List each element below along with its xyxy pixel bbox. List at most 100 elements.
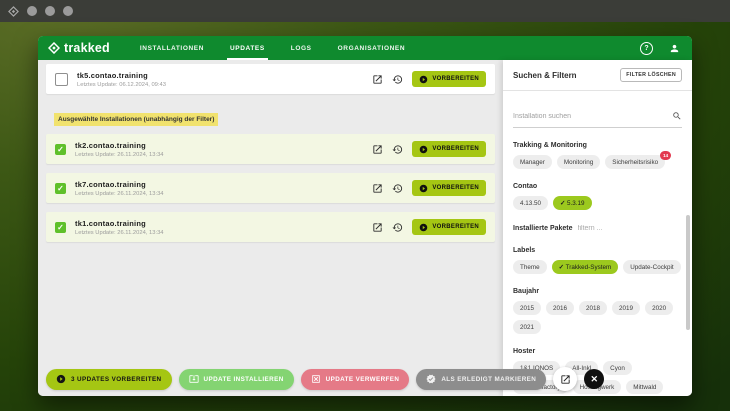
app-window: trakked INSTALLATIONEN UPDATES LOGS ORGA… bbox=[38, 36, 692, 396]
play-circle-icon bbox=[419, 75, 428, 84]
filter-chip-2015[interactable]: 2015 bbox=[513, 301, 541, 315]
vorbereiten-label: VORBEREITEN bbox=[432, 76, 479, 82]
nav-item-organisationen[interactable]: ORGANISATIONEN bbox=[338, 36, 406, 60]
prepare-updates-button[interactable]: 3 UPDATES VORBEREITEN bbox=[46, 369, 172, 390]
window-control-button[interactable] bbox=[63, 6, 73, 16]
play-circle-icon bbox=[419, 145, 428, 154]
mark-done-button[interactable]: ALS ERLEDIGT MARKIEREN bbox=[416, 369, 546, 390]
main-nav: INSTALLATIONEN UPDATES LOGS ORGANISATION… bbox=[140, 36, 405, 60]
nav-item-logs[interactable]: LOGS bbox=[291, 36, 312, 60]
filter-chip-2019[interactable]: 2019 bbox=[612, 301, 640, 315]
history-icon[interactable] bbox=[392, 144, 403, 155]
row-checkbox-checked[interactable] bbox=[55, 183, 66, 194]
content-area: tk5.contao.training Letztes Update: 06.1… bbox=[38, 60, 692, 396]
filter-chip-mittwald[interactable]: Mittwald bbox=[626, 380, 663, 394]
filter-chip-update-cockpit[interactable]: Update-Cockpit bbox=[623, 260, 680, 274]
filter-chip-monitoring[interactable]: Monitoring bbox=[557, 155, 600, 169]
open-in-new-icon[interactable] bbox=[372, 74, 383, 85]
filter-sidebar: Suchen & Filtern FILTER LÖSCHEN Trakking… bbox=[503, 60, 692, 396]
brand-name: trakked bbox=[64, 41, 110, 55]
nav-item-updates[interactable]: UPDATES bbox=[230, 36, 265, 60]
section-title-contao: Contao bbox=[513, 183, 682, 190]
last-update-text: Letztes Update: 06.12.2024, 09:43 bbox=[77, 82, 166, 88]
vorbereiten-button[interactable]: VORBEREITEN bbox=[412, 180, 486, 196]
close-action-bar-button[interactable]: ✕ bbox=[584, 369, 604, 389]
history-icon[interactable] bbox=[392, 183, 403, 194]
bulk-action-bar: 3 UPDATES VORBEREITEN UPDATE INSTALLIERE… bbox=[46, 367, 604, 391]
play-circle-icon bbox=[419, 184, 428, 193]
account-icon[interactable] bbox=[669, 43, 680, 54]
open-in-new-icon[interactable] bbox=[372, 183, 383, 194]
row-checkbox-checked[interactable] bbox=[55, 144, 66, 155]
vorbereiten-button[interactable]: VORBEREITEN bbox=[412, 71, 486, 87]
filter-chip-2016[interactable]: 2016 bbox=[546, 301, 574, 315]
filter-chip-2020[interactable]: 2020 bbox=[645, 301, 673, 315]
installation-name: tk7.contao.training bbox=[75, 180, 164, 189]
filter-chip-cyon[interactable]: Cyon bbox=[603, 361, 632, 375]
vorbereiten-button[interactable]: VORBEREITEN bbox=[412, 219, 486, 235]
header-icons: ? bbox=[640, 36, 680, 60]
installation-row[interactable]: tk2.contao.training Letztes Update: 26.1… bbox=[46, 134, 495, 164]
open-in-new-icon bbox=[560, 374, 571, 385]
clear-filter-button[interactable]: FILTER LÖSCHEN bbox=[620, 68, 682, 82]
open-in-new-icon[interactable] bbox=[372, 222, 383, 233]
last-update-text: Letztes Update: 26.11.2024, 13:34 bbox=[75, 230, 164, 236]
filter-chip-manager[interactable]: Manager bbox=[513, 155, 552, 169]
row-checkbox[interactable] bbox=[55, 73, 68, 86]
prepare-updates-label: 3 UPDATES VORBEREITEN bbox=[71, 376, 162, 383]
discard-update-label: UPDATE VERWERFEN bbox=[326, 376, 400, 383]
open-in-new-icon[interactable] bbox=[372, 144, 383, 155]
history-icon[interactable] bbox=[392, 74, 403, 85]
sidebar-scrollbar[interactable] bbox=[686, 215, 690, 330]
play-circle-icon bbox=[419, 223, 428, 232]
nav-item-installationen[interactable]: INSTALLATIONEN bbox=[140, 36, 204, 60]
window-control-button[interactable] bbox=[27, 6, 37, 16]
filter-chip-2018[interactable]: 2018 bbox=[579, 301, 607, 315]
updates-list-panel: tk5.contao.training Letztes Update: 06.1… bbox=[38, 60, 503, 396]
trakked-logo[interactable]: trakked bbox=[48, 36, 110, 60]
vorbereiten-label: VORBEREITEN bbox=[432, 185, 479, 191]
vorbereiten-label: VORBEREITEN bbox=[432, 224, 479, 230]
section-title-labels: Labels bbox=[513, 247, 682, 254]
installation-row[interactable]: tk1.contao.training Letztes Update: 26.1… bbox=[46, 212, 495, 242]
install-update-label: UPDATE INSTALLIEREN bbox=[204, 376, 284, 383]
section-title-baujahr: Baujahr bbox=[513, 288, 682, 295]
section-title-hoster: Hoster bbox=[513, 348, 682, 355]
risk-count-badge: 14 bbox=[660, 151, 671, 160]
search-input[interactable] bbox=[513, 113, 672, 120]
install-update-icon bbox=[189, 374, 199, 384]
dismiss-box-icon bbox=[311, 374, 321, 384]
installation-row[interactable]: tk5.contao.training Letztes Update: 06.1… bbox=[46, 64, 495, 94]
pakete-filter-input[interactable] bbox=[576, 224, 640, 233]
app-header: trakked INSTALLATIONEN UPDATES LOGS ORGA… bbox=[38, 36, 692, 60]
discard-update-button[interactable]: UPDATE VERWERFEN bbox=[301, 369, 410, 390]
filter-chip-2021[interactable]: 2021 bbox=[513, 320, 541, 334]
filter-chip-trakked-system-selected[interactable]: Trakked-System bbox=[552, 260, 619, 274]
filter-chip-contao-5319-selected[interactable]: 5.3.19 bbox=[553, 196, 592, 210]
os-titlebar bbox=[0, 0, 730, 22]
search-icon[interactable] bbox=[672, 111, 682, 121]
trakked-diamond-icon bbox=[8, 6, 19, 17]
row-checkbox-checked[interactable] bbox=[55, 222, 66, 233]
play-circle-icon bbox=[56, 374, 66, 384]
section-title-tracking: Trakking & Monitoring bbox=[513, 142, 682, 149]
filter-chip-sicherheitsrisiko[interactable]: Sicherheitsrisiko 14 bbox=[605, 155, 665, 169]
verified-badge-icon bbox=[426, 374, 436, 384]
open-selection-button[interactable] bbox=[553, 367, 577, 391]
filter-chip-contao-41350[interactable]: 4.13.50 bbox=[513, 196, 548, 210]
installation-search bbox=[513, 111, 682, 128]
installation-name: tk1.contao.training bbox=[75, 219, 164, 228]
installation-row[interactable]: tk7.contao.training Letztes Update: 26.1… bbox=[46, 173, 495, 203]
window-control-button[interactable] bbox=[45, 6, 55, 16]
section-title-pakete: Installierte Pakete bbox=[513, 225, 573, 232]
history-icon[interactable] bbox=[392, 222, 403, 233]
installation-name: tk5.contao.training bbox=[77, 71, 166, 80]
last-update-text: Letztes Update: 26.11.2024, 13:34 bbox=[75, 191, 164, 197]
help-icon[interactable]: ? bbox=[640, 42, 653, 55]
vorbereiten-label: VORBEREITEN bbox=[432, 146, 479, 152]
sidebar-title: Suchen & Filtern bbox=[513, 71, 577, 80]
filter-chip-theme[interactable]: Theme bbox=[513, 260, 547, 274]
chip-label: Sicherheitsrisiko bbox=[612, 159, 658, 166]
vorbereiten-button[interactable]: VORBEREITEN bbox=[412, 141, 486, 157]
install-update-button[interactable]: UPDATE INSTALLIEREN bbox=[179, 369, 294, 390]
